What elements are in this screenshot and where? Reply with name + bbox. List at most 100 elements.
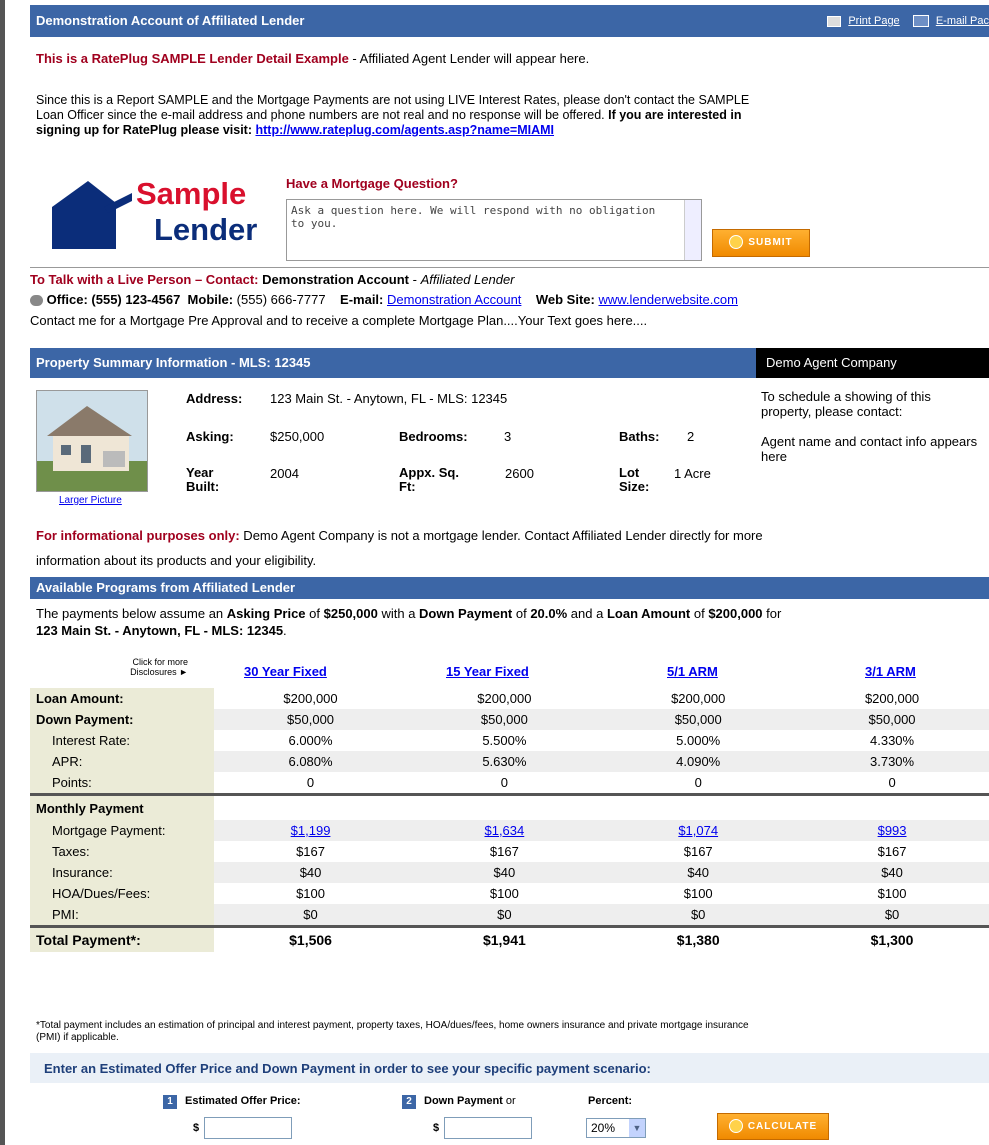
- bedrooms-value: 3: [504, 429, 512, 444]
- row-label: Mortgage Payment:: [30, 820, 214, 841]
- summary-text-m: for: [762, 606, 782, 621]
- program-5-1-arm-link[interactable]: 5/1 ARM: [667, 664, 718, 679]
- contact-name: Demonstration Account: [262, 272, 409, 287]
- header-bar: Demonstration Account of Affiliated Lend…: [30, 5, 989, 37]
- sqft-label: Appx. Sq. Ft:: [399, 466, 459, 494]
- contact-email-link[interactable]: Demonstration Account: [387, 292, 521, 307]
- disclaimer-bold: For informational purposes only:: [36, 528, 240, 543]
- percent-select[interactable]: 20% ▼: [586, 1118, 646, 1138]
- row-total-payment: Total Payment*: $1,506 $1,941 $1,380 $1,…: [30, 925, 989, 952]
- submit-button-icon: [729, 235, 744, 250]
- contact-lead: To Talk with a Live Person – Contact:: [30, 272, 259, 287]
- year-built-value: 2004: [270, 466, 299, 481]
- cell-empty: [795, 793, 989, 820]
- sample-notice: This is a RatePlug SAMPLE Lender Detail …: [36, 51, 589, 66]
- phone-icon: [30, 295, 43, 307]
- agent-company-bar: Demo Agent Company: [756, 348, 989, 378]
- mortgage-payment-link[interactable]: $1,074: [678, 823, 718, 838]
- larger-picture-link[interactable]: Larger Picture: [59, 495, 122, 506]
- row-interest-rate: Interest Rate: 6.000% 5.500% 5.000% 4.33…: [30, 730, 989, 751]
- email-icon[interactable]: [912, 15, 929, 28]
- summary-text-g: of: [512, 606, 531, 621]
- signup-link[interactable]: http://www.rateplug.com/agents.asp?name=…: [255, 123, 554, 137]
- submit-button-label: SUBMIT: [748, 237, 793, 248]
- row-monthly-header: Monthly Payment: [30, 793, 989, 820]
- mortgage-payment-link[interactable]: $1,634: [484, 823, 524, 838]
- left-border: [0, 0, 5, 1145]
- row-pmi: PMI: $0 $0 $0 $0: [30, 904, 989, 927]
- house-logo-icon: [52, 181, 132, 249]
- address-value: 123 Main St. - Anytown, FL - MLS: 12345: [270, 391, 508, 406]
- summary-text-i: and a: [567, 606, 607, 621]
- cell: 0: [500, 775, 508, 790]
- mobile-label: Mobile:: [187, 292, 234, 307]
- summary-address: 123 Main St. - Anytown, FL - MLS: 12345: [36, 623, 284, 638]
- row-down-payment: Down Payment: $50,000 $50,000 $50,000 $5…: [30, 709, 989, 730]
- question-placeholder: Ask a question here. We will respond wit…: [291, 204, 656, 230]
- cell: $100: [489, 886, 519, 901]
- cell: $1,634: [407, 820, 602, 841]
- cell: 4.090%: [601, 751, 796, 772]
- total-footnote: *Total payment includes an estimation of…: [36, 1020, 986, 1044]
- sqft-value: 2600: [505, 466, 534, 481]
- cell: $100: [877, 886, 907, 901]
- footnote-line-2: (PMI) if applicable.: [36, 1032, 119, 1043]
- mortgage-payment-link[interactable]: $1,199: [291, 823, 331, 838]
- row-hoa: HOA/Dues/Fees: $100 $100 $100 $100: [30, 883, 989, 904]
- row-label: APR:: [30, 751, 214, 772]
- down-payment-input[interactable]: [444, 1117, 532, 1139]
- cell: 0: [306, 775, 315, 790]
- row-label: Interest Rate:: [30, 730, 214, 751]
- print-page-link[interactable]: Print Page: [848, 15, 899, 27]
- row-label: HOA/Dues/Fees:: [30, 883, 214, 904]
- submit-button[interactable]: SUBMIT: [712, 229, 810, 257]
- cell: 5.000%: [676, 733, 721, 748]
- disclaimer-line-2-text: information about its products and your …: [36, 553, 317, 568]
- mortgage-payment-link[interactable]: $993: [878, 823, 907, 838]
- offer-dollar-sign: $: [193, 1122, 200, 1134]
- sample-notice-rest: - Affiliated Agent Lender will appear he…: [348, 51, 590, 66]
- program-30-year-fixed-link[interactable]: 30 Year Fixed: [244, 664, 327, 679]
- percent-select-value: 20%: [591, 1121, 616, 1135]
- baths-label: Baths:: [619, 429, 660, 444]
- sqft-label-1: Appx. Sq.: [399, 465, 459, 480]
- cell: 0: [694, 775, 702, 790]
- summary-text-e: with a: [377, 606, 420, 621]
- offer-price-label-text: Estimated Offer Price:: [185, 1095, 301, 1107]
- question-scrollbar[interactable]: [684, 200, 701, 260]
- disclaimer-line-1: Since this is a Report SAMPLE and the Mo…: [36, 93, 750, 107]
- year-built-label: Year Built:: [186, 466, 219, 494]
- summary-loan-label: Loan Amount: [606, 606, 691, 621]
- row-label: PMI:: [30, 904, 214, 927]
- summary-text-c: of: [305, 606, 324, 621]
- header-links: Print Page E-mail Pac: [827, 5, 989, 37]
- row-label: Points:: [30, 772, 214, 795]
- property-photo[interactable]: [36, 390, 148, 492]
- down-dollar-sign: $: [433, 1122, 440, 1134]
- disclaimer-line-2-text: Loan Officer since the e-mail address an…: [36, 108, 609, 122]
- baths-value: 2: [687, 429, 695, 444]
- email-page-link[interactable]: E-mail Pac: [936, 15, 989, 27]
- question-textarea[interactable]: Ask a question here. We will respond wit…: [286, 199, 702, 261]
- cell: $200,000: [671, 691, 726, 706]
- contact-message: Contact me for a Mortgage Pre Approval a…: [30, 313, 648, 328]
- website-link[interactable]: www.lenderwebsite.com: [598, 292, 737, 307]
- disclaimer-line-3: signing up for RatePlug please visit: ht…: [36, 123, 986, 138]
- printer-icon[interactable]: [827, 15, 842, 27]
- down-payment-or: or: [502, 1095, 516, 1107]
- program-3-1-arm-link[interactable]: 3/1 ARM: [865, 664, 916, 679]
- cell: $1,380: [601, 925, 796, 952]
- summary-asking-label: Asking Price: [226, 606, 306, 621]
- calculate-button[interactable]: CALCULATE: [717, 1113, 829, 1140]
- row-apr: APR: 6.080% 5.630% 4.090% 3.730%: [30, 751, 989, 772]
- contact-details: Office: (555) 123-4567 Mobile: (555) 666…: [30, 292, 738, 307]
- contact-role: Affiliated Lender: [420, 272, 515, 287]
- program-15-year-fixed-link[interactable]: 15 Year Fixed: [446, 664, 529, 679]
- summary-text-k: of: [690, 606, 709, 621]
- offer-price-input[interactable]: [204, 1117, 292, 1139]
- calculator-heading: Enter an Estimated Offer Price and Down …: [44, 1061, 651, 1076]
- header-title: Demonstration Account of Affiliated Lend…: [36, 13, 305, 28]
- lender-logo: Sample Lender: [46, 177, 276, 253]
- year-built-label-1: Year: [186, 465, 214, 480]
- row-label: Taxes:: [30, 841, 214, 862]
